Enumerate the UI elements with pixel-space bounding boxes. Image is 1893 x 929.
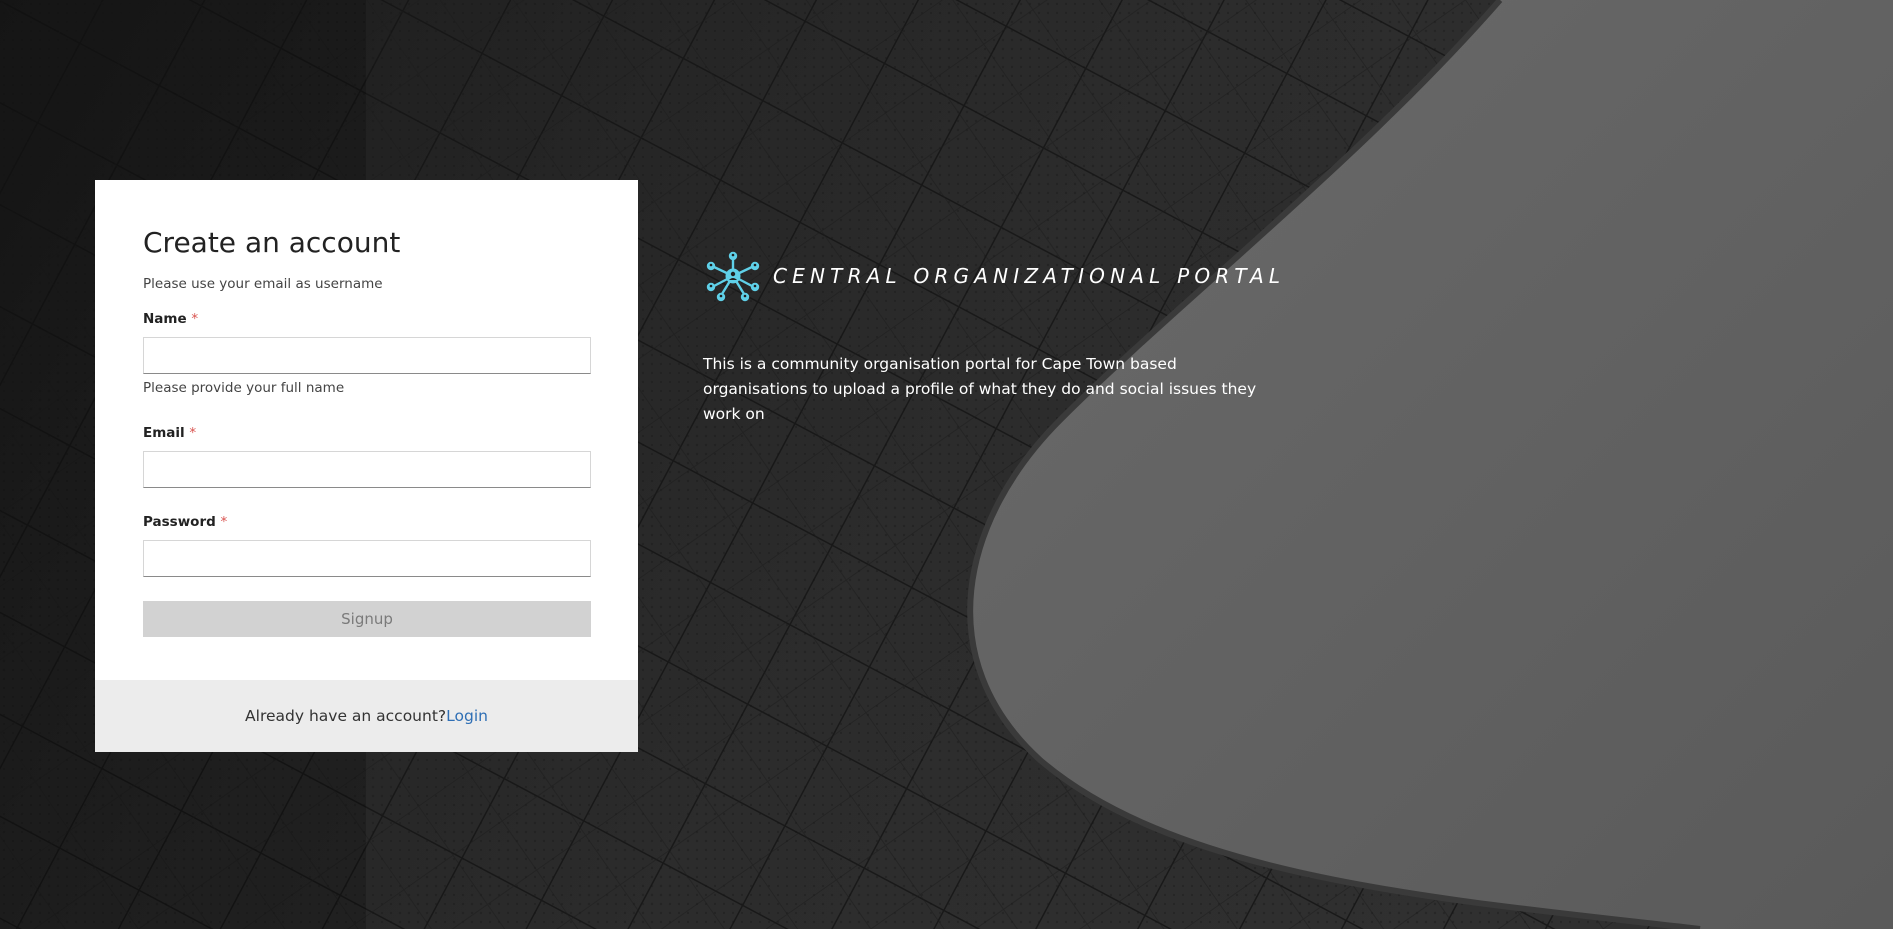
name-field-group: Name * Please provide your full name: [143, 311, 591, 396]
required-mark: *: [189, 424, 197, 441]
portal-description: This is a community organisation portal …: [703, 355, 1257, 423]
name-label-text: Name: [143, 310, 187, 327]
login-link[interactable]: Login: [446, 707, 488, 725]
password-label: Password *: [143, 514, 590, 530]
form-title: Create an account: [143, 226, 401, 259]
required-mark: *: [191, 310, 199, 327]
signup-button[interactable]: Signup: [143, 600, 591, 637]
email-input[interactable]: [143, 450, 591, 488]
required-mark: *: [220, 513, 228, 530]
email-field-group: Email *: [143, 425, 591, 488]
signup-page: Create an account Please use your email …: [0, 0, 1893, 929]
signup-card: Create an account Please use your email …: [95, 180, 638, 752]
name-helper-text: Please provide your full name: [143, 379, 345, 396]
card-footer: Already have an account? Login: [95, 680, 638, 752]
signup-form: Create an account Please use your email …: [95, 180, 638, 680]
brand-header: CENTRAL ORGANIZATIONAL PORTAL: [705, 250, 1285, 302]
email-label: Email *: [143, 425, 590, 441]
name-input[interactable]: [143, 336, 591, 374]
password-label-text: Password: [143, 513, 216, 530]
password-field-group: Password *: [143, 514, 591, 577]
email-label-text: Email: [143, 424, 185, 441]
brand-name: CENTRAL ORGANIZATIONAL PORTAL: [773, 264, 1286, 288]
network-people-icon: [706, 251, 760, 302]
form-subtitle: Please use your email as username: [143, 275, 383, 292]
login-prompt-text: Already have an account?: [245, 707, 447, 725]
password-input[interactable]: [143, 539, 591, 577]
name-label: Name *: [143, 311, 590, 327]
